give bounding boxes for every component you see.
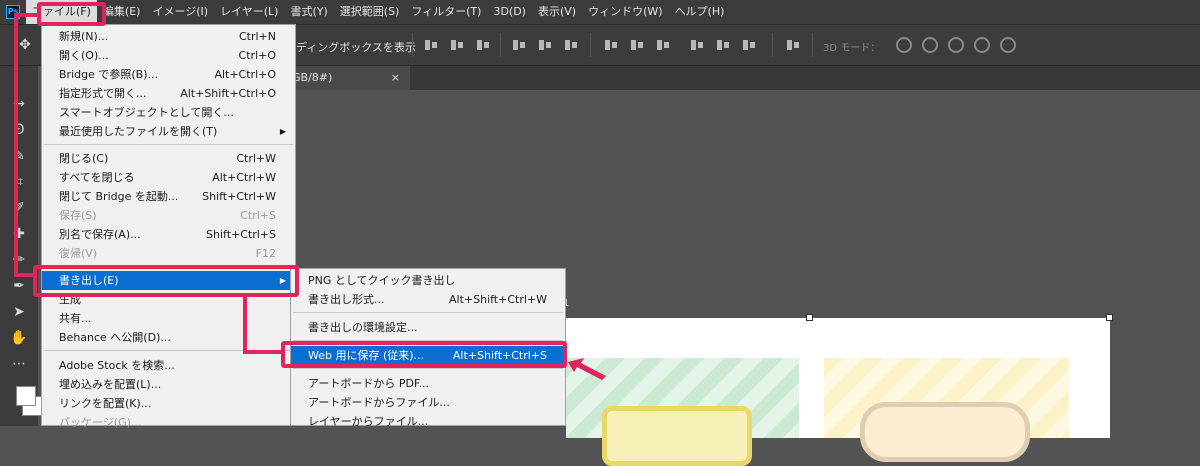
menu-separator <box>293 368 563 369</box>
menu-select[interactable]: 選択範囲(S) <box>334 0 406 24</box>
highlight-export-item <box>33 265 299 297</box>
3d-orbit-icon[interactable] <box>896 37 912 53</box>
separator <box>590 33 591 57</box>
menu-type[interactable]: 書式(Y) <box>284 0 333 24</box>
highlight-connector <box>14 13 18 277</box>
artwork-yellow-panel <box>824 358 1069 462</box>
artwork-beige-box <box>860 402 1030 462</box>
menu-item-new[interactable]: 新規(N)... Ctrl+N <box>42 27 295 46</box>
lasso-tool-icon[interactable]: ʘ <box>8 120 30 140</box>
menu-filter[interactable]: フィルター(T) <box>405 0 487 24</box>
menu-item-search-adobe-stock[interactable]: Adobe Stock を検索... <box>42 356 295 375</box>
menu-item-close[interactable]: 閉じる(C) Ctrl+W <box>42 149 295 168</box>
menu-item-open-as[interactable]: 指定形式で開く... Alt+Shift+Ctrl+O <box>42 84 295 103</box>
menu-item-save[interactable]: 保存(S) Ctrl+S <box>42 206 295 225</box>
3d-mode-label: 3D モード： <box>823 43 881 54</box>
highlight-save-for-web-item <box>281 341 567 368</box>
eyedropper-tool-icon[interactable]: ✐ <box>8 198 30 218</box>
separator <box>412 33 413 57</box>
menu-item-open[interactable]: 開く(O)... Ctrl+O <box>42 46 295 65</box>
tools-panel: ↔ ʘ ✎ ⌗ ✐ ✚ ✏ ✒ ➤ ✋ ⋯ <box>0 66 42 426</box>
align-left-icon[interactable] <box>512 38 526 52</box>
highlight-file-menu <box>37 2 106 26</box>
align-bottom-icon[interactable] <box>476 38 490 52</box>
align-horizontal-center-icon[interactable] <box>538 38 552 52</box>
menu-item-export-as[interactable]: 書き出し形式... Alt+Shift+Ctrl+W <box>291 290 565 309</box>
file-menu-dropdown: 新規(N)... Ctrl+N 開く(O)... Ctrl+O Bridge で参照… <box>41 24 296 429</box>
menu-item-artboards-to-pdf[interactable]: アートボードから PDF... <box>291 374 565 393</box>
menu-image[interactable]: イメージ(I) <box>146 0 214 24</box>
quick-select-tool-icon[interactable]: ✎ <box>8 146 30 166</box>
menu-view[interactable]: 表示(V) <box>532 0 582 24</box>
3d-slide-icon[interactable] <box>974 37 990 53</box>
menu-window[interactable]: ウィンドウ(W) <box>582 0 668 24</box>
distribute-bottom-icon[interactable] <box>656 38 670 52</box>
pen-tool-icon[interactable]: ✒ <box>8 276 30 296</box>
show-bounding-box-label[interactable]: ディングボックスを表示 <box>296 39 416 55</box>
crop-tool-icon[interactable]: ⌗ <box>8 172 30 192</box>
3d-roll-icon[interactable] <box>922 37 938 53</box>
menu-separator <box>293 312 563 313</box>
distribute-top-icon[interactable] <box>604 38 618 52</box>
menu-item-share[interactable]: 共有... <box>42 309 295 328</box>
separator <box>500 33 501 57</box>
artwork-yellow-box <box>602 406 752 466</box>
menu-help[interactable]: ヘルプ(H) <box>669 0 731 24</box>
menu-item-revert[interactable]: 復帰(V) F12 <box>42 244 295 263</box>
menu-item-save-as[interactable]: 別名で保存(A)... Shift+Ctrl+S <box>42 225 295 244</box>
menu-item-share-on-behance[interactable]: Behance へ公開(D)... <box>42 328 295 347</box>
align-right-icon[interactable] <box>564 38 578 52</box>
hand-tool-icon[interactable]: ✋ <box>8 328 30 348</box>
distribute-vertical-center-icon[interactable] <box>630 38 644 52</box>
menu-separator <box>44 144 293 145</box>
path-selection-tool-icon[interactable]: ➤ <box>8 302 30 322</box>
brush-tool-icon[interactable]: ✏ <box>8 250 30 270</box>
menu-item-package[interactable]: パッケージ(G)... <box>42 413 295 432</box>
foreground-color-swatch[interactable] <box>16 386 36 406</box>
3d-camera-icon[interactable] <box>1000 37 1016 53</box>
separator <box>812 33 813 57</box>
pointer-arrow-icon <box>568 358 606 380</box>
document-tab[interactable]: GB/8#) × <box>286 66 410 90</box>
align-top-icon[interactable] <box>424 38 438 52</box>
menu-item-quick-export-png[interactable]: PNG としてクイック書き出し <box>291 271 565 290</box>
transform-handle[interactable] <box>1106 314 1113 321</box>
distribute-horizontal-center-icon[interactable] <box>716 38 730 52</box>
healing-brush-tool-icon[interactable]: ✚ <box>8 224 30 244</box>
transform-handle[interactable] <box>806 314 813 321</box>
menu-item-open-recent[interactable]: 最近使用したファイルを開く(T) ▶ <box>42 122 295 141</box>
menu-item-place-embedded[interactable]: 埋め込みを配置(L)... <box>42 375 295 394</box>
document-tab-label: GB/8#) <box>292 71 333 84</box>
align-vertical-center-icon[interactable] <box>450 38 464 52</box>
menu-item-browse-in-bridge[interactable]: Bridge で参照(B)... Alt+Ctrl+O <box>42 65 295 84</box>
menu-item-export-preferences[interactable]: 書き出しの環境設定... <box>291 318 565 337</box>
menu-3d[interactable]: 3D(D) <box>487 0 532 24</box>
menu-item-artboards-to-files[interactable]: アートボードからファイル... <box>291 393 565 412</box>
separator <box>772 33 773 57</box>
3d-pan-icon[interactable] <box>948 37 964 53</box>
more-tools-icon[interactable]: ⋯ <box>8 354 30 374</box>
close-tab-icon[interactable]: × <box>391 66 400 90</box>
menu-layer[interactable]: レイヤー(L) <box>214 0 284 24</box>
menu-item-close-and-go-to-bridge[interactable]: 閉じて Bridge を起動... Shift+Ctrl+W <box>42 187 295 206</box>
auto-align-layers-icon[interactable] <box>786 38 800 52</box>
move-tool-icon[interactable]: ↔ <box>8 94 30 114</box>
highlight-connector <box>243 350 281 354</box>
menu-item-open-as-smart-object[interactable]: スマートオブジェクトとして開く... <box>42 103 295 122</box>
highlight-connector <box>243 295 247 354</box>
menu-bar: Ps ファイル(F) 編集(E) イメージ(I) レイヤー(L) 書式(Y) 選… <box>0 0 1200 24</box>
distribute-right-icon[interactable] <box>742 38 756 52</box>
menu-item-layers-to-files[interactable]: レイヤーからファイル... <box>291 412 565 431</box>
menu-item-place-linked[interactable]: リンクを配置(K)... <box>42 394 295 413</box>
menu-item-close-all[interactable]: すべてを閉じる Alt+Ctrl+W <box>42 168 295 187</box>
distribute-left-icon[interactable] <box>690 38 704 52</box>
submenu-arrow-icon: ▶ <box>279 127 286 136</box>
